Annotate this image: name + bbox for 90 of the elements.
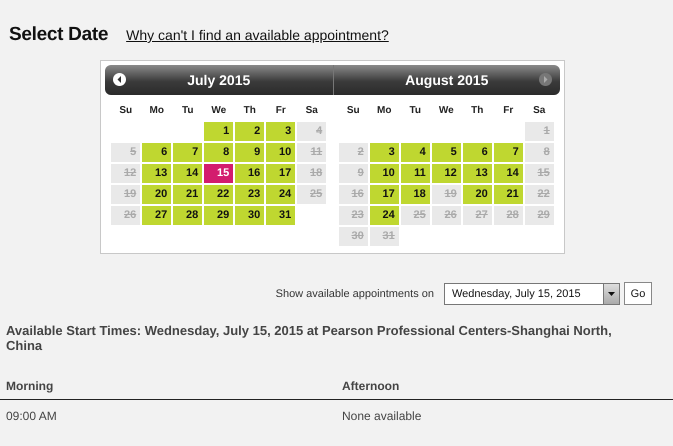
unavailable-day: 22 [524,185,554,204]
available-day[interactable]: 13 [462,164,492,183]
available-day[interactable]: 12 [432,164,461,183]
weekday-label: We [210,104,228,118]
page-title: Select Date [9,24,108,46]
weekday-label: Sa [304,104,319,118]
unavailable-day: 19 [432,185,461,204]
unavailable-day: 15 [524,164,554,183]
available-day[interactable]: 13 [142,164,172,183]
available-day[interactable]: 17 [370,185,399,204]
available-day[interactable]: 10 [266,143,296,162]
available-day[interactable]: 24 [370,206,399,225]
available-day[interactable]: 20 [462,185,492,204]
available-day[interactable]: 17 [266,164,296,183]
unavailable-day: 12 [111,164,140,183]
available-day[interactable]: 1 [204,122,234,141]
available-day[interactable]: 3 [266,122,296,141]
unavailable-day: 23 [338,206,368,225]
caret-icon [608,292,615,296]
weekday-label: Sa [532,104,546,118]
month-title: July 2015 [187,72,250,88]
help-link[interactable]: Why can't I find an available appointment? [126,27,389,43]
available-day[interactable]: 8 [204,143,234,162]
weekday-label: Mo [376,104,392,118]
column-header: Morning [6,379,54,393]
previous-month-icon[interactable] [113,73,126,86]
available-day[interactable]: 3 [370,143,399,162]
available-day[interactable]: 9 [235,143,264,162]
available-day[interactable]: 7 [173,143,202,162]
unavailable-day: 4 [297,122,326,141]
available-day[interactable]: 29 [204,206,234,225]
picker-label: Show available appointments on [276,288,434,300]
month-title: August 2015 [405,72,488,88]
available-day[interactable]: 14 [173,164,202,183]
weekday-label: Su [118,104,134,118]
unavailable-day: 27 [462,206,492,225]
available-day[interactable]: 24 [266,185,296,204]
weekday-label: Th [470,104,484,118]
date-dropdown[interactable]: Wednesday, July 15, 2015 [444,282,620,304]
weekday-label: Mo [148,104,165,118]
go-button[interactable]: Go [624,282,652,305]
available-day[interactable]: 27 [142,206,172,225]
unavailable-day: 26 [432,206,461,225]
available-day[interactable]: 23 [235,185,264,204]
available-day[interactable]: 20 [142,185,172,204]
weekday-label: Fr [502,104,514,118]
unavailable-day: 29 [524,206,554,225]
unavailable-day: 5 [111,143,140,162]
unavailable-day: 9 [338,164,368,183]
weekday-label: Tu [408,104,422,118]
available-day[interactable]: 21 [494,185,523,204]
weekday-label: Tu [181,104,194,118]
unavailable-day: 16 [338,185,368,204]
unavailable-day: 31 [370,227,399,246]
unavailable-day: 25 [400,206,430,225]
available-day[interactable]: 7 [494,143,523,162]
column-header: Afternoon [342,379,400,393]
available-day[interactable]: 10 [370,164,399,183]
available-day[interactable]: 28 [173,206,202,225]
unavailable-day: 8 [524,143,554,162]
available-day[interactable]: 18 [400,185,430,204]
available-day[interactable]: 16 [235,164,264,183]
table-cell-text: 09:00 AM [6,409,58,423]
unavailable-day: 2 [338,143,368,162]
available-day[interactable]: 11 [400,164,430,183]
unavailable-day: 19 [111,185,140,204]
unavailable-day: 11 [297,143,326,162]
available-day[interactable]: 14 [494,164,523,183]
available-day[interactable]: 31 [266,206,296,225]
available-day[interactable]: 21 [173,185,202,204]
weekday-label: Th [242,104,257,118]
available-day[interactable]: 6 [462,143,492,162]
available-day[interactable]: 5 [432,143,461,162]
unavailable-day: 30 [338,227,368,246]
table-cell-text: None available [342,409,422,423]
selected-day[interactable]: 15 [204,164,234,183]
times-heading: Available Start Times: Wednesday, July 15, 2015 at Pearson Professional Centers-Shanghai North, China [6,323,613,353]
unavailable-day: 26 [111,206,140,225]
available-day[interactable]: 22 [204,185,234,204]
weekday-label: Fr [274,104,287,118]
available-day[interactable]: 2 [235,122,264,141]
unavailable-day: 1 [524,122,554,141]
available-day[interactable]: 4 [400,143,430,162]
unavailable-day: 28 [494,206,523,225]
weekday-label: Su [346,104,361,118]
available-day[interactable]: 30 [235,206,264,225]
unavailable-day: 25 [297,185,326,204]
weekday-label: We [438,104,455,118]
available-day[interactable]: 6 [142,143,172,162]
unavailable-day: 18 [297,164,326,183]
